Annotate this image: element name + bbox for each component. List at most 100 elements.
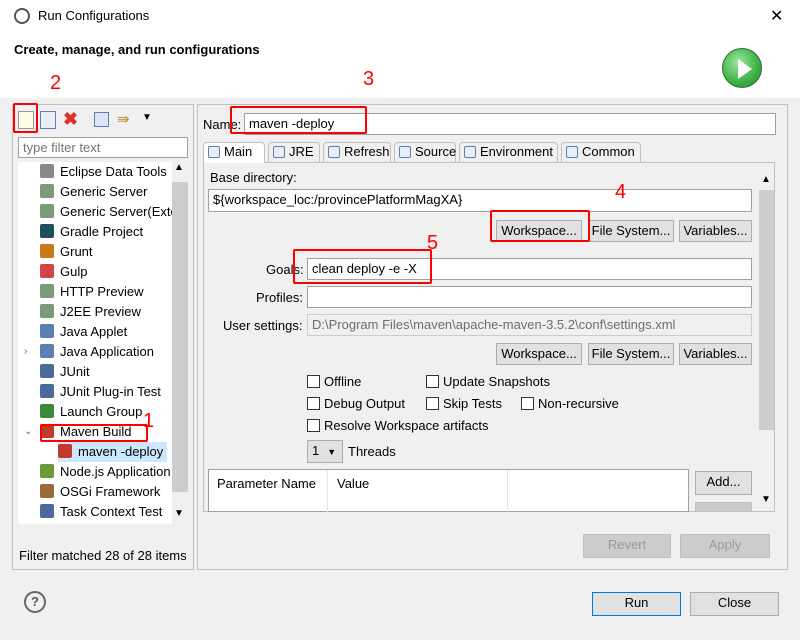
tab-jre[interactable]: JRE (268, 142, 320, 162)
window-title: Run Configurations (38, 8, 150, 23)
revert-button: Revert (583, 534, 671, 558)
tab-label: Common (582, 144, 635, 159)
tree-item[interactable]: › Java Application (24, 342, 154, 362)
tree-item[interactable]: Launch Group (40, 402, 142, 422)
run-button[interactable]: Run (592, 592, 681, 616)
osgi-icon (40, 484, 54, 498)
tab-label: Main (224, 144, 253, 159)
environment-icon (464, 146, 476, 158)
filter-input[interactable] (18, 137, 188, 158)
database-icon (40, 164, 54, 178)
apply-button: Apply (680, 534, 770, 558)
server-icon (40, 204, 54, 218)
tree-item-label: Grunt (60, 244, 93, 259)
tree-item[interactable]: Eclipse Data Tools (40, 162, 167, 182)
main-tab-icon (208, 146, 220, 158)
tree-item[interactable]: Node.js Application (40, 462, 171, 482)
tab-common[interactable]: Common (561, 142, 641, 162)
profiles-input[interactable] (307, 286, 752, 308)
chevron-down-icon[interactable]: ⌄ (24, 422, 32, 442)
base-directory-label: Base directory: (210, 170, 297, 185)
app-icon (14, 8, 30, 24)
update-snapshots-checkbox[interactable]: Update Snapshots (426, 374, 550, 389)
tab-content (203, 162, 775, 512)
skip-tests-checkbox[interactable]: Skip Tests (426, 396, 502, 411)
column-header-parameter-name: Parameter Name (217, 476, 316, 491)
tree-item[interactable]: J2EE Preview (40, 302, 141, 322)
tree-item[interactable]: JUnit Plug-in Test (40, 382, 161, 402)
add-parameter-button[interactable]: Add... (695, 471, 752, 495)
common-icon (566, 146, 578, 158)
tree-item-label: Generic Server (60, 184, 148, 199)
close-button[interactable]: Close (690, 592, 779, 616)
annotation-1: 1 (143, 410, 155, 432)
filter-icon[interactable]: ⇛ (117, 110, 130, 128)
variables-button-2[interactable]: Variables... (679, 343, 752, 365)
help-button[interactable]: ? (24, 591, 46, 613)
jre-icon (273, 146, 285, 158)
server-icon (40, 284, 54, 298)
junit-icon (40, 384, 54, 398)
junit-icon (40, 504, 54, 518)
annotation-5: 5 (427, 232, 439, 254)
tree-item-label: Generic Server(Exte (60, 204, 178, 219)
tree-item-label: J2EE Preview (60, 304, 141, 319)
tree-item-label: JUnit Plug-in Test (60, 384, 161, 399)
gradle-icon (40, 224, 54, 238)
tab-environment[interactable]: Environment (459, 142, 558, 162)
tree-item[interactable]: JUnit (40, 362, 90, 382)
user-settings-input[interactable]: D:\Program Files\maven\apache-maven-3.5.… (307, 314, 752, 336)
tree-item[interactable]: Task Context Test (40, 502, 162, 522)
tree-item[interactable]: Gulp (40, 262, 87, 282)
tree-item-label: maven -deploy (78, 444, 164, 459)
close-icon[interactable]: ✕ (770, 6, 783, 26)
base-directory-input[interactable]: ${workspace_loc:/provincePlatformMagXA} (208, 189, 752, 212)
file-system-button-2[interactable]: File System... (588, 343, 674, 365)
threads-select[interactable]: 1 ▼ (307, 440, 343, 463)
tree-item-label: Launch Group (60, 404, 143, 419)
debug-output-checkbox[interactable]: Debug Output (307, 396, 405, 411)
tree-item[interactable]: Java Applet (40, 322, 127, 342)
tab-source[interactable]: Source (394, 142, 456, 162)
collapse-all-icon[interactable] (94, 112, 109, 127)
tree-scrollbar[interactable]: ▲ ▼ (172, 162, 188, 524)
non-recursive-checkbox[interactable]: Non-recursive (521, 396, 619, 411)
nodejs-icon (40, 464, 54, 478)
tab-refresh[interactable]: Refresh (323, 142, 391, 162)
parameters-table[interactable]: Parameter Name Value (208, 469, 689, 513)
tree-item[interactable]: HTTP Preview (40, 282, 144, 302)
tab-main[interactable]: Main (203, 142, 265, 163)
java-app-icon (40, 344, 54, 358)
tree-item[interactable]: Generic Server(Exte (40, 202, 178, 222)
user-settings-label: User settings: (223, 318, 303, 333)
refresh-icon (328, 146, 340, 158)
junit-icon (40, 364, 54, 378)
tree-item-label: Task Context Test (60, 504, 163, 519)
server-icon (40, 184, 54, 198)
annotation-box-name (230, 106, 367, 134)
tree-item[interactable]: Grunt (40, 242, 93, 262)
launch-group-icon (40, 404, 54, 418)
tree-item[interactable]: Gradle Project (40, 222, 143, 242)
workspace-button-2[interactable]: Workspace... (496, 343, 582, 365)
tree-item[interactable]: OSGi Framework (40, 482, 160, 502)
column-header-value: Value (337, 476, 370, 491)
offline-checkbox[interactable]: Offline (307, 374, 361, 389)
duplicate-icon[interactable] (40, 111, 56, 129)
applet-icon (40, 324, 54, 338)
resolve-workspace-checkbox[interactable]: Resolve Workspace artifacts (307, 418, 489, 433)
chevron-down-icon[interactable]: ▼ (142, 112, 152, 123)
tree-item[interactable]: Generic Server (40, 182, 147, 202)
form-scrollbar[interactable]: ▲ ▼ (759, 170, 774, 510)
tree-item-label: Gradle Project (60, 224, 144, 239)
tree-item[interactable]: maven -deploy (58, 442, 168, 462)
file-system-button[interactable]: File System... (588, 220, 674, 242)
dialog-subtitle: Create, manage, and run configurations (14, 42, 260, 57)
tree-item-label: Node.js Application (60, 464, 171, 479)
delete-icon[interactable]: ✖ (63, 109, 78, 130)
variables-button[interactable]: Variables... (679, 220, 752, 242)
annotation-4: 4 (615, 181, 627, 203)
tab-label: Source (415, 144, 457, 159)
run-banner-icon (722, 48, 762, 88)
chevron-right-icon[interactable]: › (24, 342, 27, 362)
